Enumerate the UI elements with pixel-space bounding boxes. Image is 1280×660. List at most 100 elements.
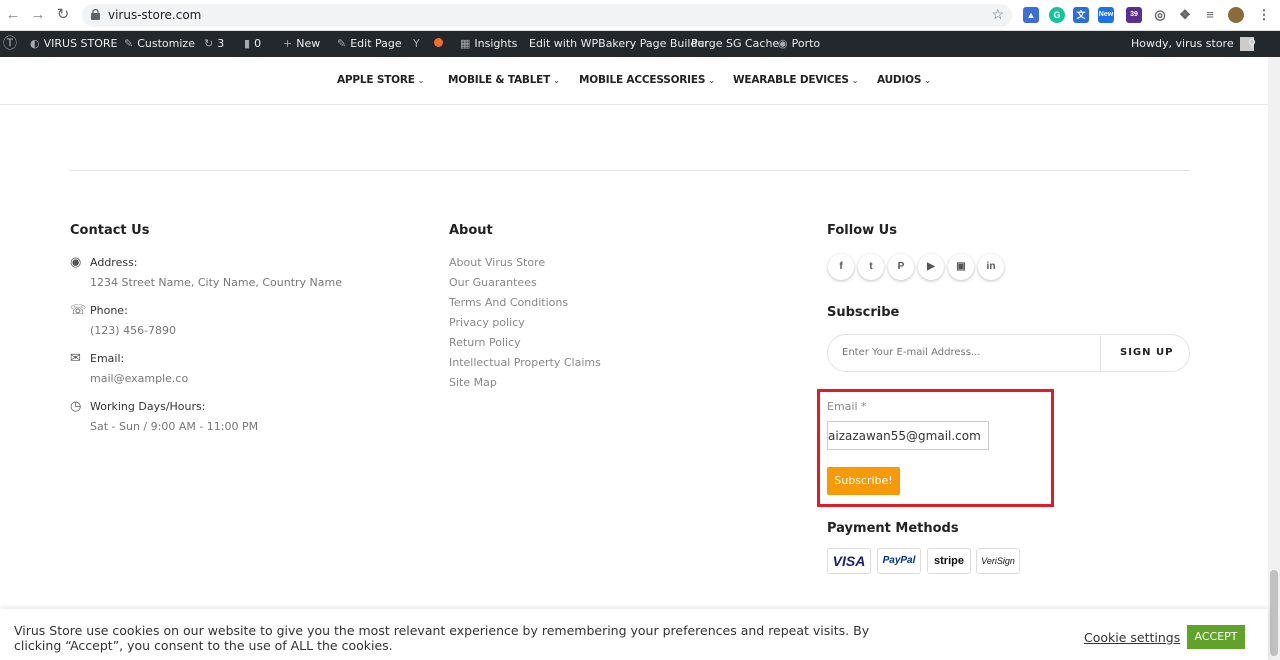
main-navigation: APPLE STORE ⌄ MOBILE & TABLET ⌄ MOBILE ACC… [0,57,1268,105]
new-badge: New [1098,11,1114,18]
admin-wpbakery[interactable]: Edit with WPBakery Page Builder [529,31,709,57]
admin-porto[interactable]: ◉ Porto [778,31,820,57]
admin-comments[interactable]: ▮ 0 [244,31,261,57]
back-icon[interactable]: ← [4,6,22,24]
sign-up-button[interactable]: SIGN UP [1120,347,1173,358]
extension-translate-icon[interactable]: ▲ [1023,7,1039,23]
admin-purge-cache[interactable]: Purge SG Cache [691,31,779,57]
payment-title: Payment Methods [827,521,959,536]
envelope-icon: ✉ [70,350,81,365]
bar-chart-icon: ▦ [460,37,471,50]
paypal-card: PayPal [877,548,921,574]
puzzle-icon[interactable]: ❖ [1177,7,1193,23]
phone-value: (123) 456-7890 [90,324,177,337]
nav-audios[interactable]: AUDIOS ⌄ [877,74,931,86]
comment-icon: ▮ [244,37,251,50]
seo-status-dot [434,31,443,57]
newsletter-form: Enter Your E-mail Address... SIGN UP [827,334,1190,372]
pinterest-icon[interactable]: P [888,254,914,280]
email-label: Email: [90,352,125,365]
nav-mobile-accessories[interactable]: MOBILE ACCESSORIES ⌄ [579,74,715,86]
verisign-card: VeriSign [976,548,1020,574]
forward-icon[interactable]: → [29,6,47,24]
location-icon: ◉ [70,254,82,269]
updates-icon: ↻ [204,37,214,50]
about-link-ip-claims[interactable]: Intellectual Property Claims [449,356,601,369]
admin-howdy[interactable]: Howdy, virus store [1131,31,1254,57]
stripe-card: stripe [927,548,971,574]
lock-icon [91,9,100,20]
reload-icon[interactable]: ↻ [54,6,72,24]
about-link-privacy[interactable]: Privacy policy [449,316,525,329]
about-link-sitemap[interactable]: Site Map [449,376,497,389]
contact-title: Contact Us [70,223,150,238]
email-value[interactable]: mail@example.co [90,372,188,385]
admin-search-icon[interactable]: ⚲ [1248,31,1256,57]
nav-apple-store[interactable]: APPLE STORE ⌄ [337,74,424,86]
about-link-terms[interactable]: Terms And Conditions [449,296,568,309]
about-link-guarantees[interactable]: Our Guarantees [449,276,537,289]
address-label: Address: [90,256,138,269]
chevron-down-icon: ⌄ [851,76,859,85]
admin-new[interactable]: + New [283,31,320,57]
phone-label: Phone: [90,304,128,317]
nav-wearable-devices[interactable]: WEARABLE DEVICES ⌄ [733,74,858,86]
grammarly-icon[interactable]: G [1049,7,1065,23]
cookie-settings-link[interactable]: Cookie settings [1084,630,1180,645]
hours-label: Working Days/Hours: [90,400,206,413]
address-value: 1234 Street Name, City Name, Country Nam… [90,276,343,289]
menu-kebab-icon[interactable]: ⋮ [1256,7,1272,23]
wp-admin-bar: Ⓣ ◐ VIRUS STORE ✎ Customize ↻ 3 ▮ 0 + New ✎ Ed… [0,31,1280,57]
subscribe-email-field[interactable]: aizazawan55@gmail.com [827,421,989,450]
visa-card: VISA [827,548,871,574]
scrollbar-thumb[interactable] [1270,570,1278,656]
count-badge: 39 [1130,11,1138,18]
admin-updates[interactable]: ↻ 3 [204,31,224,57]
counter-extension-icon[interactable]: 39 [1126,7,1142,23]
admin-insights[interactable]: ▦ Insights [460,31,517,57]
wordpress-logo-icon[interactable]: Ⓣ [3,31,21,57]
chevron-down-icon: ⌄ [708,76,715,85]
globe-icon[interactable]: ◎ [1152,7,1168,23]
about-link-return[interactable]: Return Policy [449,336,521,349]
nav-mobile-tablet[interactable]: MOBILE & TABLET ⌄ [448,74,560,86]
youtube-icon[interactable]: ▶ [918,254,944,280]
whatsapp-icon: ☏ [70,302,87,317]
accept-cookies-button[interactable]: ACCEPT [1187,625,1245,649]
facebook-icon[interactable]: f [828,254,854,280]
hours-value: Sat - Sun / 9:00 AM - 11:00 PM [90,420,259,433]
subscribe-email-label: Email * [827,400,867,413]
follow-title: Follow Us [827,223,897,238]
newsletter-email-input[interactable]: Enter Your E-mail Address... [842,347,980,358]
new-extension-icon[interactable]: New [1098,7,1114,23]
pencil-icon: ✎ [337,37,347,50]
chevron-down-icon: ⌄ [553,76,560,85]
admin-site-name[interactable]: ◐ VIRUS STORE [30,31,118,57]
google-translate-icon[interactable]: 文 [1073,7,1089,23]
about-link-about[interactable]: About Virus Store [449,256,545,269]
yoast-icon[interactable]: Y [413,31,424,57]
porto-icon: ◉ [778,37,788,50]
clock-icon: ◷ [70,398,82,413]
about-title: About [449,223,493,238]
newsletter-divider [1100,335,1101,371]
linkedin-icon[interactable]: in [978,254,1004,280]
reading-list-icon[interactable]: ≡ [1202,7,1218,23]
subscribe-button[interactable]: Subscribe! [827,467,900,495]
brush-icon: ✎ [124,37,134,50]
bookmark-star-icon[interactable]: ☆ [991,6,1004,23]
address-bar[interactable]: virus-store.com ☆ [82,4,1012,27]
url-text: virus-store.com [108,8,202,22]
cookie-text: Virus Store use cookies on our website t… [14,623,870,653]
dashboard-icon: ◐ [30,37,40,50]
page-scrollbar[interactable] [1268,57,1280,660]
plus-icon: + [283,37,293,50]
admin-customize[interactable]: ✎ Customize [124,31,195,57]
footer-divider [70,170,1190,171]
instagram-icon[interactable]: ▣ [948,254,974,280]
twitter-icon[interactable]: t [858,254,884,280]
profile-avatar[interactable] [1228,7,1244,23]
admin-edit-page[interactable]: ✎ Edit Page [337,31,402,57]
subscribe-title: Subscribe [827,305,900,320]
chevron-down-icon: ⌄ [924,76,931,85]
